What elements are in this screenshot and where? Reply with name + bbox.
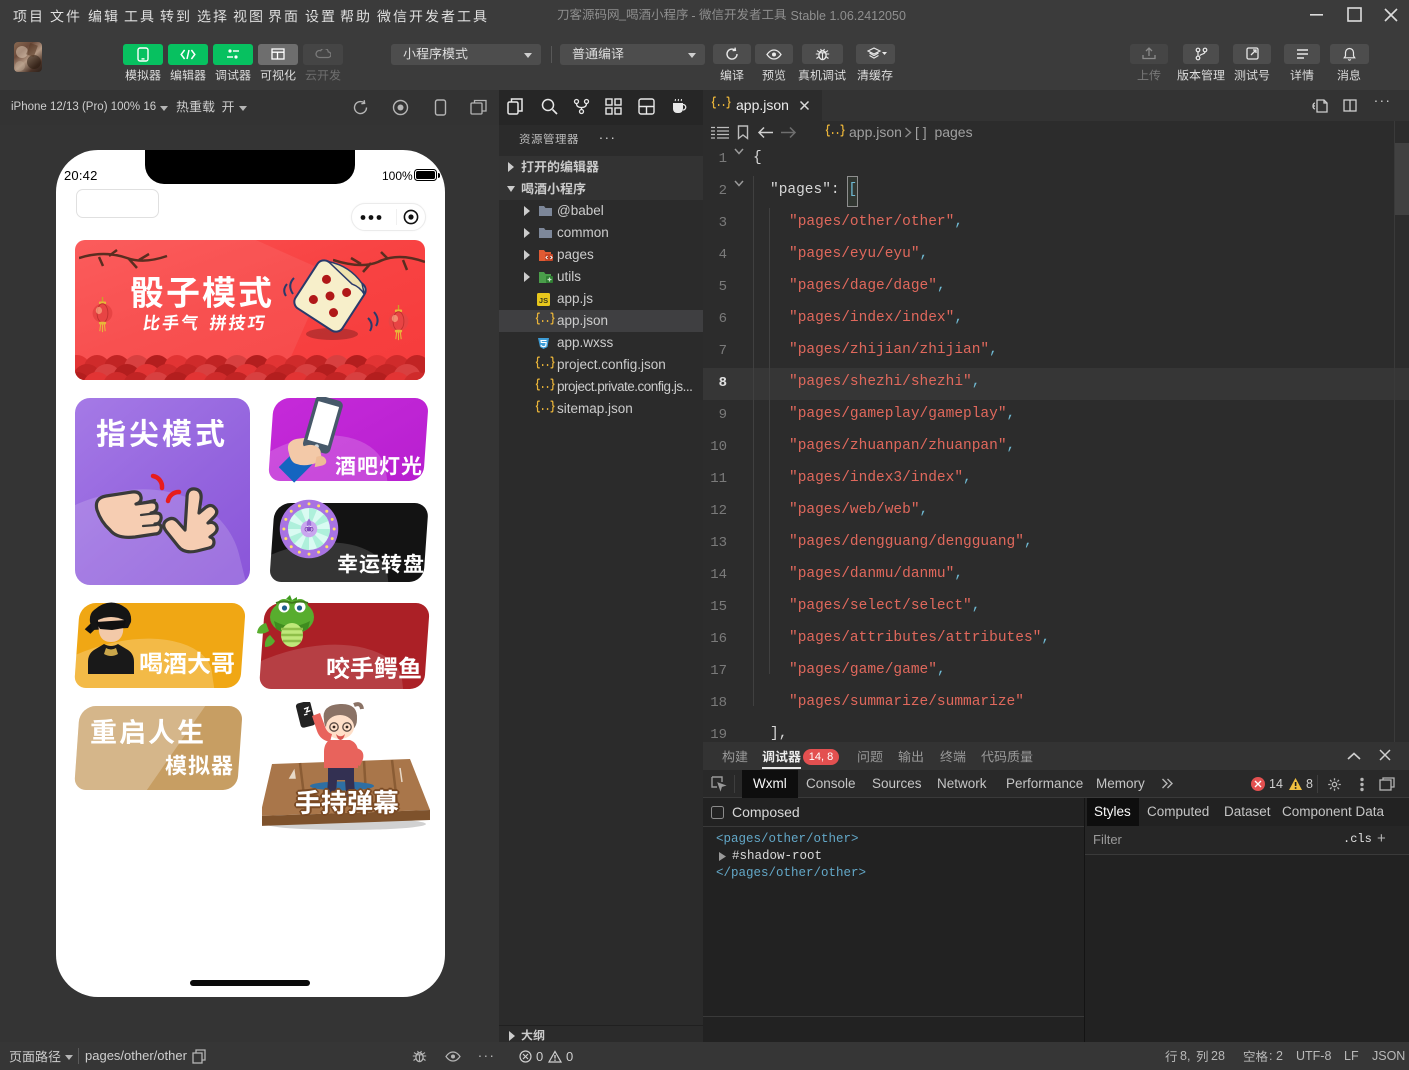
svg-text:JS: JS xyxy=(539,296,548,305)
svg-text:GO: GO xyxy=(304,527,314,533)
